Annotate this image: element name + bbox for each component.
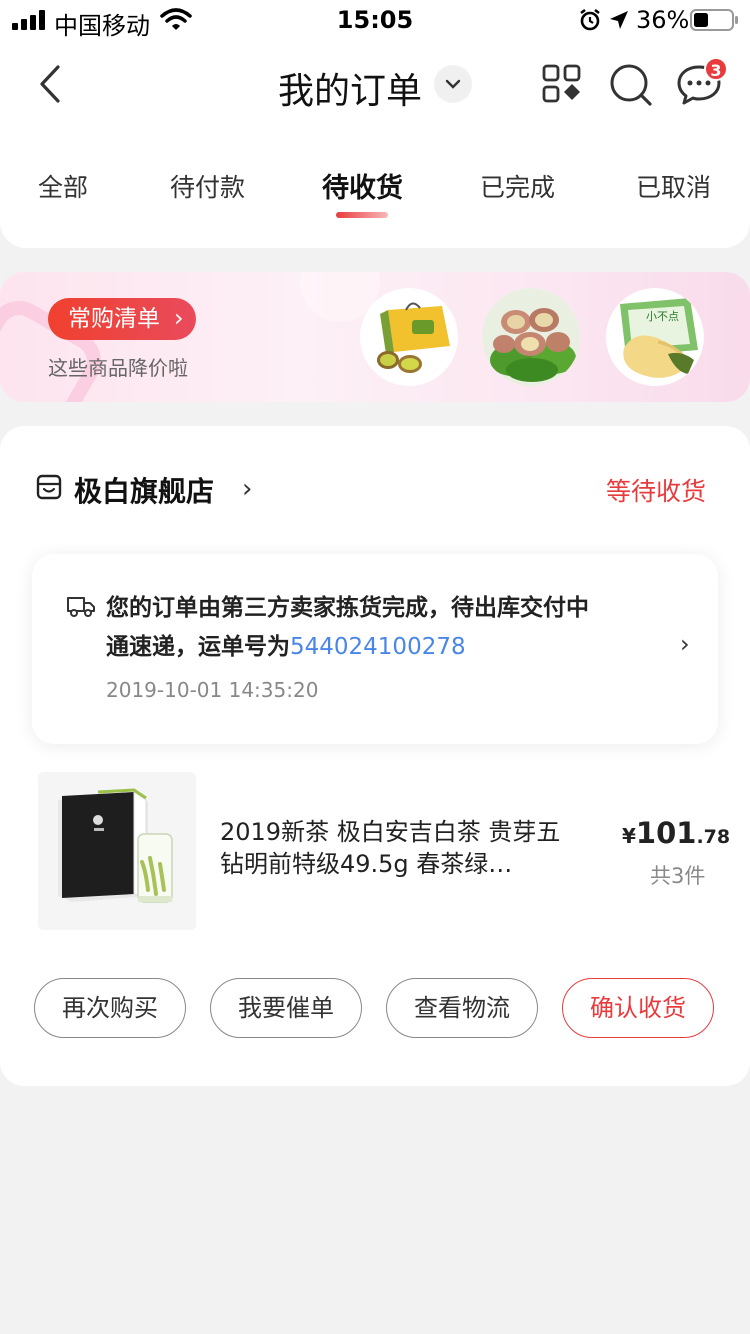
logistics-time: 2019-10-01 14:35:20 [106,678,319,702]
logistics-message-line1: 您的订单由第三方卖家拣货完成，待出库交付中 [106,595,589,621]
kiwi-gift-box-image [377,302,450,373]
order-tabs: 全部 待付款 待收货 已完成 已取消 [0,168,750,212]
logistics-message-prefix: 通速递，运单号为 [106,634,290,660]
chevron-right-icon[interactable]: › [242,474,252,504]
thumbnail-scallops[interactable] [482,288,580,386]
tab-pending-receipt[interactable]: 待收货 [322,166,403,205]
delivery-truck-icon [67,597,95,617]
alarm-icon [580,8,600,31]
page-title: 我的订单 [278,71,423,112]
product-image[interactable] [38,772,196,930]
store-name[interactable]: 极白旗舰店 [74,470,214,510]
durian-box-image: 小不点 [620,298,698,378]
chevron-right-icon: › [174,304,184,332]
categories-icon[interactable] [542,64,582,104]
active-tab-indicator [336,212,388,218]
banner-subtitle: 这些商品降价啦 [48,356,188,380]
status-bar: 中国移动 15:05 36% [0,0,750,40]
price-integer: 101 [635,816,697,850]
confirm-receipt-button[interactable]: 确认收货 [562,978,714,1038]
location-arrow-icon [610,11,628,29]
frequent-purchase-banner[interactable]: 常购清单 › 这些商品降价啦 小不点 [0,272,750,402]
store-icon [36,474,62,500]
product-price: ¥101.78 [622,816,730,850]
tab-all[interactable]: 全部 [38,168,88,204]
message-badge: 3 [704,57,728,81]
durian-box-label: 小不点 [646,310,679,323]
price-decimal: .78 [696,826,731,848]
product-title[interactable]: 2019新茶 极白安吉白茶 贵芽五钻明前特级49.5g 春茶绿… [220,816,580,880]
battery-icon [690,9,738,31]
tab-completed[interactable]: 已完成 [480,168,555,204]
product-quantity: 共3件 [650,864,706,888]
urge-order-button[interactable]: 我要催单 [210,978,362,1038]
search-icon[interactable] [608,62,654,108]
price-symbol: ¥ [622,824,636,848]
tab-cancelled[interactable]: 已取消 [636,168,711,204]
tea-box-image [38,772,196,930]
thumbnail-kiwi[interactable] [360,288,458,386]
logistics-message-line2: 通速递，运单号为544024100278 [106,627,466,661]
tab-pending-payment[interactable]: 待付款 [170,168,245,204]
chevron-down-icon [445,79,461,89]
view-logistics-button[interactable]: 查看物流 [386,978,538,1038]
thumbnail-durian[interactable]: 小不点 [606,288,704,386]
buy-again-button[interactable]: 再次购买 [34,978,186,1038]
battery-percent: 36% [636,6,690,34]
scallops-image [482,288,580,386]
chevron-right-icon[interactable]: › [680,630,690,658]
order-status: 等待收货 [606,477,707,506]
back-icon[interactable] [36,64,66,104]
title-dropdown-button[interactable] [434,65,472,103]
tracking-number[interactable]: 544024100278 [290,634,466,660]
